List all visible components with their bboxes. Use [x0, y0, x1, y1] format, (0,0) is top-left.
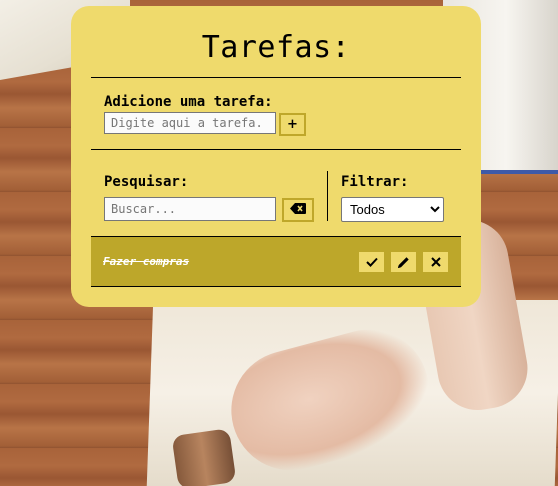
header-divider	[91, 77, 461, 78]
check-icon	[365, 257, 378, 267]
add-task-label: Adicione uma tarefa:	[104, 94, 273, 110]
todo-item: Fazer compras	[91, 236, 461, 287]
todo-card: Tarefas: Adicione uma tarefa: + Pesquisa…	[71, 6, 481, 307]
delete-todo-button[interactable]	[423, 252, 448, 272]
background-bracelet	[171, 428, 237, 486]
pencil-icon	[397, 256, 410, 269]
backspace-icon	[290, 202, 306, 218]
search-label: Pesquisar:	[104, 174, 189, 190]
add-task-button[interactable]: +	[279, 113, 306, 136]
complete-todo-button[interactable]	[359, 252, 384, 272]
close-icon	[430, 257, 441, 267]
filter-separator	[327, 171, 328, 221]
section-divider	[91, 149, 461, 150]
filter-label: Filtrar:	[341, 174, 409, 190]
page-title: Tarefas:	[201, 30, 351, 65]
clear-search-button[interactable]	[282, 198, 314, 222]
filter-select[interactable]: Todos	[341, 197, 444, 222]
search-input[interactable]	[104, 197, 276, 221]
edit-todo-button[interactable]	[391, 252, 416, 272]
todo-text: Fazer compras	[103, 255, 190, 268]
add-task-input[interactable]	[104, 112, 276, 134]
